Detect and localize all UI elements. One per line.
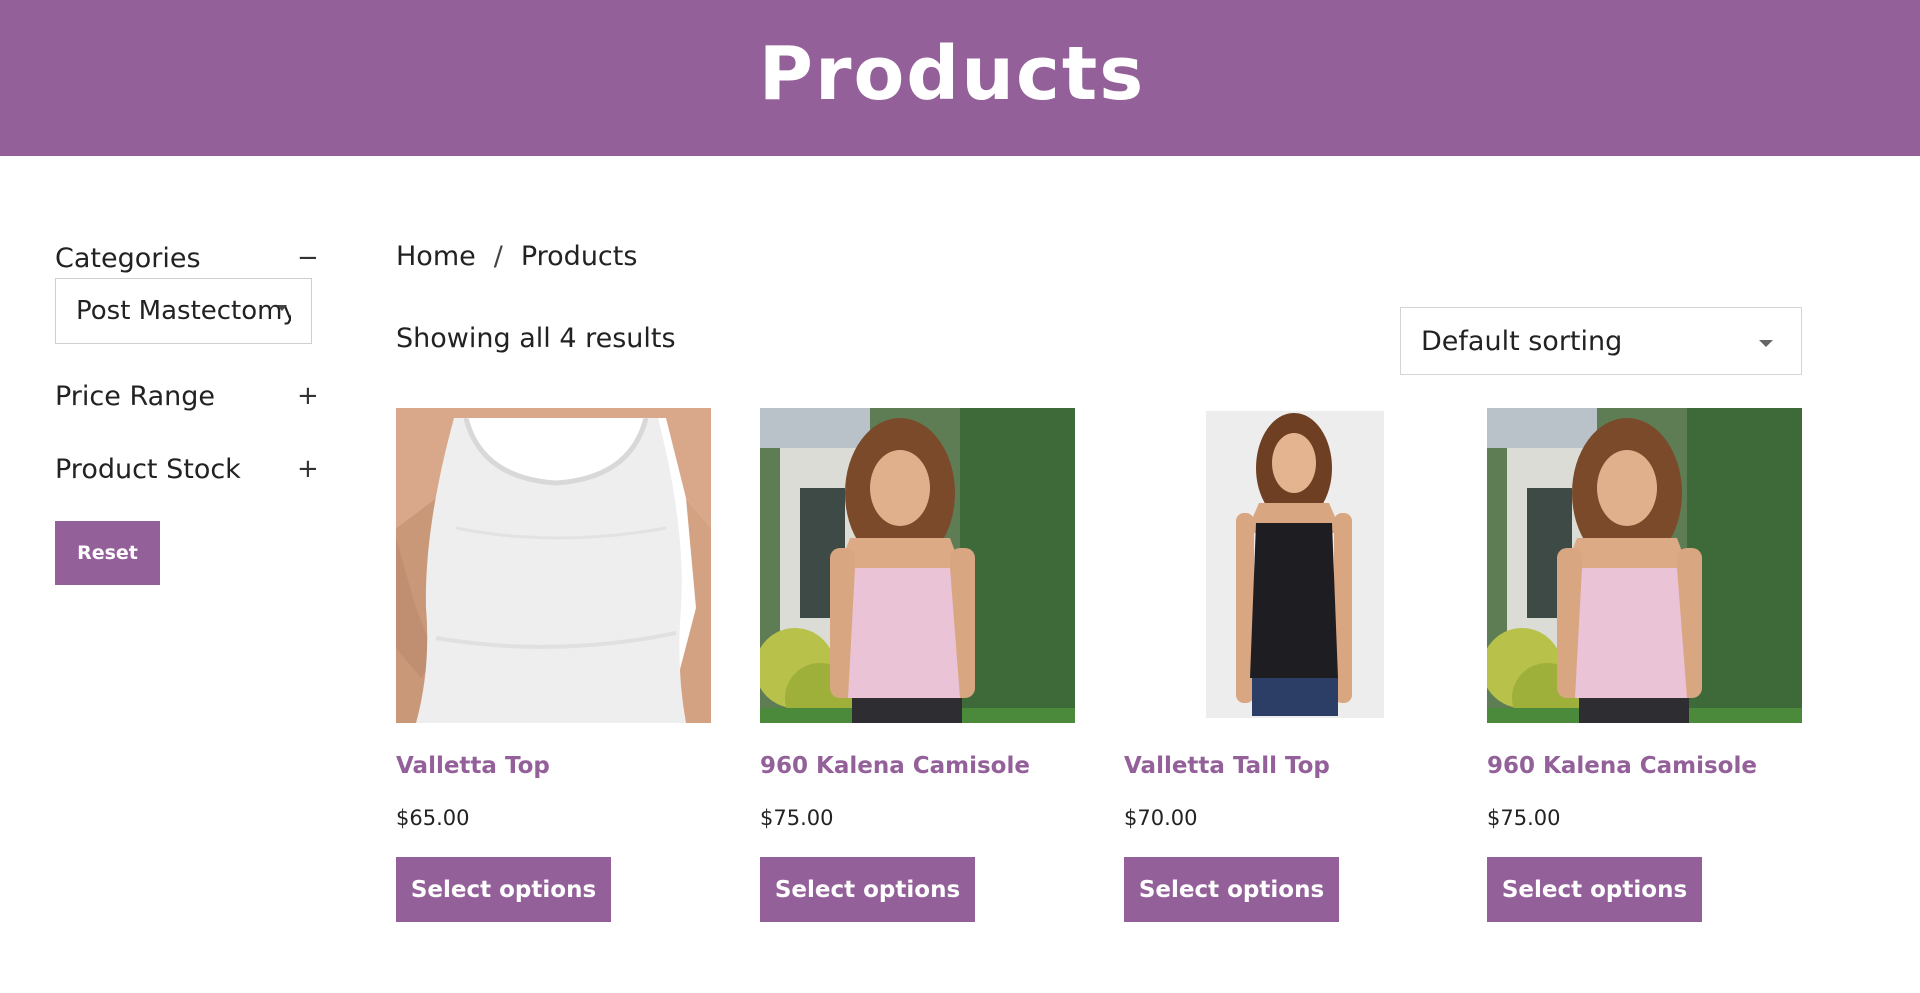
page-header: Products: [0, 0, 1920, 156]
reset-button[interactable]: Reset: [55, 521, 160, 585]
product-image[interactable]: [1124, 408, 1439, 723]
product-price: $70.00: [1124, 806, 1198, 830]
chevron-down-icon: [1759, 340, 1773, 347]
price-range-label: Price Range: [55, 380, 216, 412]
product-stock-label: Product Stock: [55, 453, 241, 485]
select-options-button[interactable]: Select options: [1124, 857, 1339, 922]
expand-icon[interactable]: +: [297, 456, 319, 482]
white-tank-top-image: [396, 408, 711, 723]
collapse-icon[interactable]: −: [297, 245, 319, 271]
product-price: $65.00: [396, 806, 470, 830]
select-options-button[interactable]: Select options: [396, 857, 611, 922]
product-card: 960 Kalena Camisole $75.00 Select option…: [1487, 408, 1802, 922]
category-select-value: Post Mastectomy: [76, 296, 291, 326]
product-title[interactable]: 960 Kalena Camisole: [1487, 753, 1757, 779]
breadcrumb-separator: /: [493, 241, 503, 272]
sort-select-value: Default sorting: [1421, 325, 1623, 357]
sort-select[interactable]: Default sorting: [1400, 307, 1802, 375]
price-range-filter-header[interactable]: Price Range +: [55, 376, 319, 416]
page-title: Products: [758, 31, 1146, 117]
product-image[interactable]: [760, 408, 1075, 723]
product-stock-filter-header[interactable]: Product Stock +: [55, 449, 319, 489]
select-options-button[interactable]: Select options: [1487, 857, 1702, 922]
breadcrumb-home-link[interactable]: Home: [396, 241, 476, 272]
product-image[interactable]: [396, 408, 711, 723]
select-options-button[interactable]: Select options: [760, 857, 975, 922]
product-title[interactable]: Valletta Top: [396, 753, 550, 779]
product-title[interactable]: 960 Kalena Camisole: [760, 753, 1030, 779]
expand-icon[interactable]: +: [297, 383, 319, 409]
pink-camisole-outdoor-image: [1487, 408, 1802, 723]
result-count: Showing all 4 results: [396, 323, 676, 354]
product-price: $75.00: [760, 806, 834, 830]
breadcrumb: Home / Products: [396, 241, 637, 272]
categories-label: Categories: [55, 242, 201, 274]
category-select[interactable]: Post Mastectomy: [55, 278, 312, 344]
product-image[interactable]: [1487, 408, 1802, 723]
categories-filter-header[interactable]: Categories −: [55, 238, 319, 278]
product-card: Valletta Tall Top $70.00 Select options: [1124, 408, 1439, 922]
filter-sidebar: Categories − Post Mastectomy Price Range…: [55, 238, 319, 585]
product-title[interactable]: Valletta Tall Top: [1124, 753, 1330, 779]
chevron-down-icon: [277, 305, 287, 311]
breadcrumb-current: Products: [520, 241, 638, 272]
product-price: $75.00: [1487, 806, 1561, 830]
product-card: Valletta Top $65.00 Select options: [396, 408, 711, 922]
black-tank-studio-image: [1124, 408, 1439, 723]
pink-camisole-outdoor-image: [760, 408, 1075, 723]
product-card: 960 Kalena Camisole $75.00 Select option…: [760, 408, 1075, 922]
